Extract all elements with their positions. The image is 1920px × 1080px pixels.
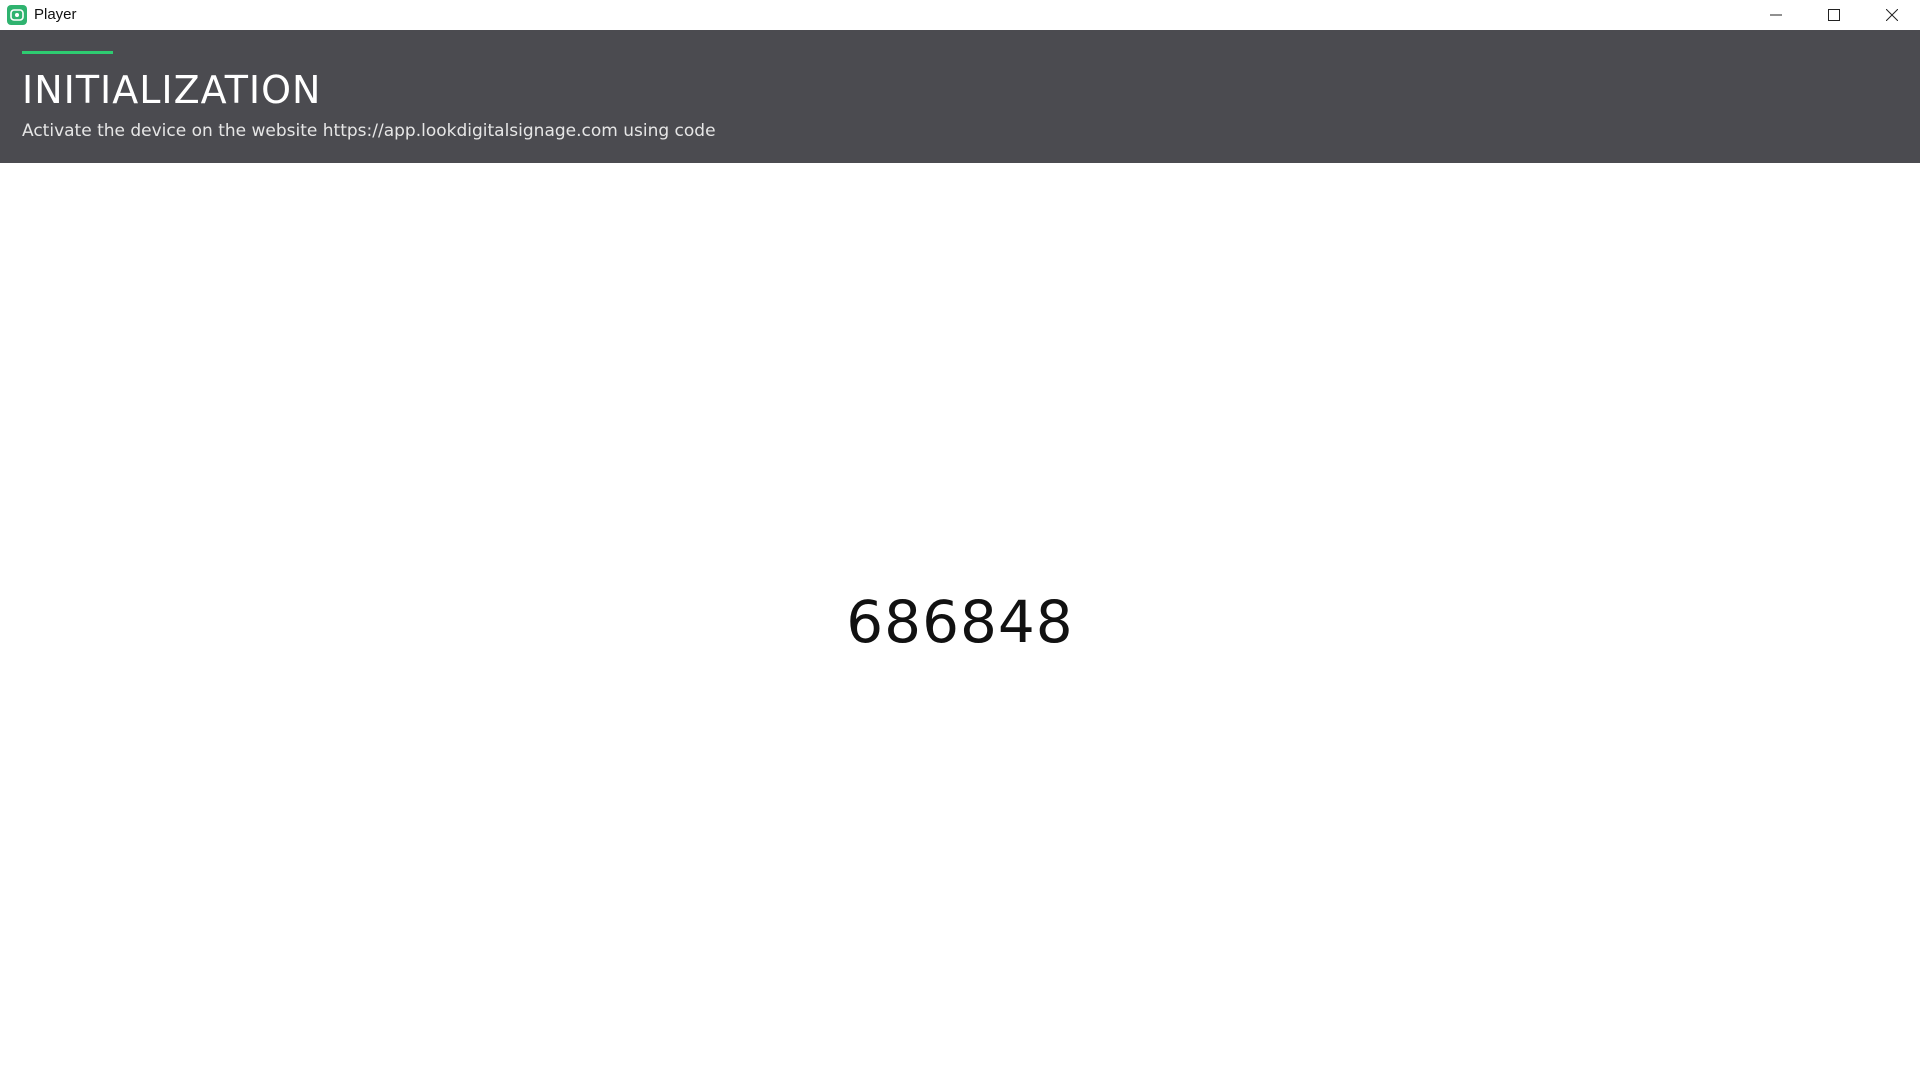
player-app-icon xyxy=(7,5,27,25)
main-content: 686848 xyxy=(0,163,1920,1080)
maximize-icon xyxy=(1828,9,1840,21)
window-title: Player xyxy=(34,6,77,23)
accent-line xyxy=(22,51,113,54)
minimize-button[interactable] xyxy=(1747,0,1805,30)
close-button[interactable] xyxy=(1863,0,1920,30)
maximize-button[interactable] xyxy=(1805,0,1863,30)
close-icon xyxy=(1886,9,1898,21)
minimize-icon xyxy=(1770,14,1782,16)
window-titlebar[interactable]: Player xyxy=(0,0,1920,30)
page-title: INITIALIZATION xyxy=(22,68,322,112)
initialization-header: INITIALIZATION Activate the device on th… xyxy=(0,30,1920,163)
activation-code: 686848 xyxy=(846,588,1074,656)
activation-instructions: Activate the device on the website https… xyxy=(22,121,716,141)
